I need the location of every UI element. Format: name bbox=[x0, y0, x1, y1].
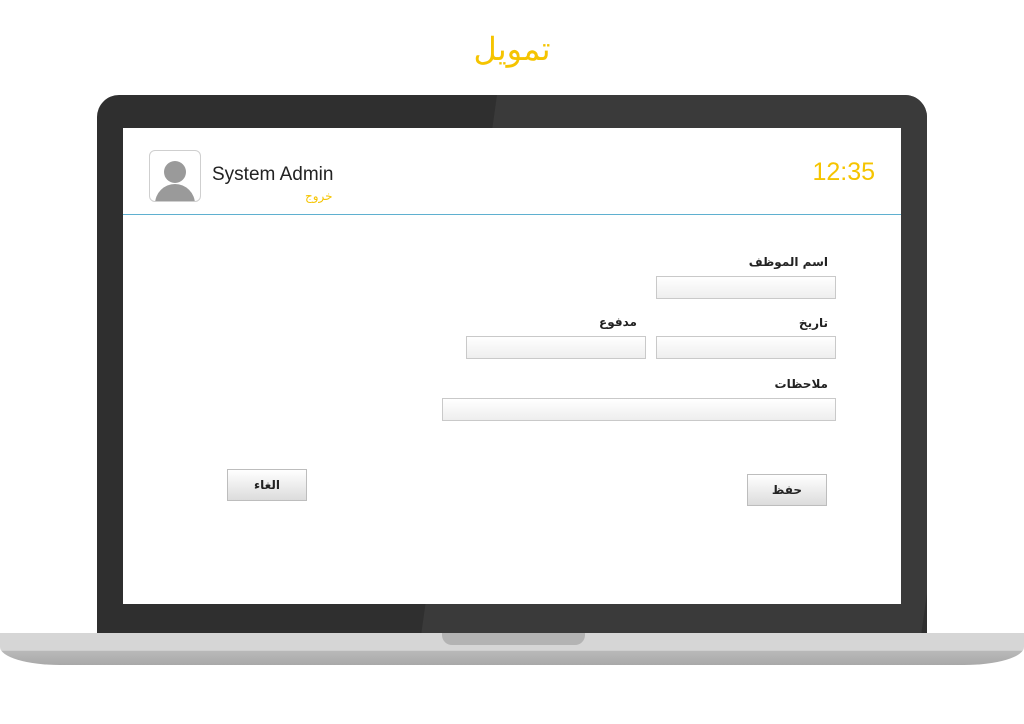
notes-label: ملاحظات bbox=[774, 377, 828, 391]
avatar-head bbox=[164, 161, 186, 183]
notes-input[interactable] bbox=[442, 398, 836, 421]
paid-label: مدفوع bbox=[599, 315, 637, 329]
app-header: System Admin خروج 12:35 bbox=[123, 128, 901, 215]
page-title: تمويل bbox=[473, 30, 551, 68]
paid-input[interactable] bbox=[466, 336, 646, 359]
clock: 12:35 bbox=[812, 158, 875, 186]
logout-link[interactable]: خروج bbox=[305, 189, 333, 203]
avatar-body bbox=[155, 184, 195, 201]
date-label: تاريخ bbox=[798, 316, 828, 330]
employee-name-input[interactable] bbox=[656, 276, 836, 299]
user-name: System Admin bbox=[212, 164, 334, 185]
app-screen: System Admin خروج 12:35 اسم الموظف تاريخ… bbox=[123, 128, 901, 604]
cancel-button[interactable]: الغاء bbox=[227, 469, 307, 501]
save-button[interactable]: حفظ bbox=[747, 474, 827, 506]
stage: تمويل System Admin خروج 12:35 اسم الموظف… bbox=[0, 0, 1024, 724]
date-input[interactable] bbox=[656, 336, 836, 359]
employee-name-label: اسم الموظف bbox=[748, 255, 828, 269]
user-avatar-icon bbox=[149, 150, 201, 202]
laptop-notch bbox=[442, 633, 585, 645]
